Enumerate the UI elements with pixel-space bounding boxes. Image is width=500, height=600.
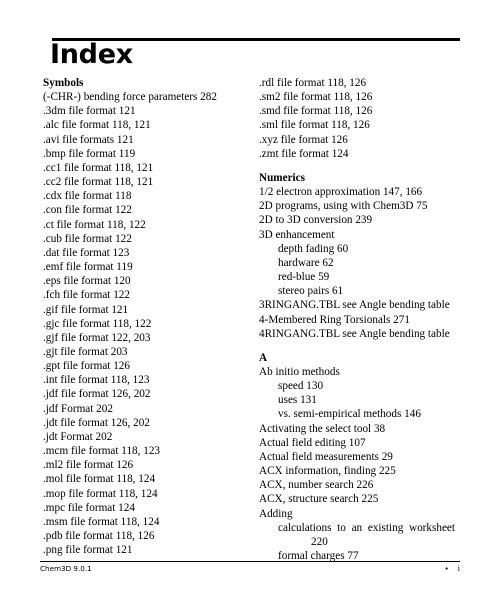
- index-entry: .avi file formats 121: [43, 133, 134, 146]
- index-entry: .jdt file format 126, 202: [43, 416, 150, 429]
- index-subentry: uses 131: [278, 394, 317, 407]
- index-entry: Ab initio methods: [259, 365, 340, 378]
- index-entry: 1/2 electron approximation 147, 166: [259, 186, 423, 199]
- index-entry: .gif file format 121: [43, 303, 129, 316]
- index-entry: 4RINGANG.TBL see Angle bending table: [259, 327, 450, 340]
- index-subentry: vs. semi-empirical methods 146: [278, 408, 421, 421]
- index-entry: .dat file format 123: [43, 246, 130, 259]
- index-entry: .gjf file format 122, 203: [43, 331, 151, 344]
- index-entry: .cc2 file format 118, 121: [43, 176, 154, 189]
- index-entry: .xyz file format 126: [259, 133, 348, 146]
- index-entry: .mcm file format 118, 123: [43, 445, 161, 458]
- index-entry: .ct file format 118, 122: [43, 218, 146, 231]
- index-entry: Actual field editing 107: [259, 436, 366, 449]
- index-entry: .eps file format 120: [43, 275, 131, 288]
- index-entry: 4-Membered Ring Torsionals 271: [259, 313, 410, 326]
- index-entry: .pdb file format 118, 126: [43, 530, 155, 542]
- index-entry: .gjt file format 203: [43, 345, 128, 358]
- index-entry: ACX information, finding 225: [259, 465, 396, 478]
- index-entry: .int file format 118, 123: [43, 374, 150, 387]
- index-columns: Symbols (-CHR-) bending force parameters …: [0, 76, 500, 562]
- index-subentry: stereo pairs 61: [278, 285, 344, 298]
- index-entry: Actual field measurements 29: [259, 450, 393, 463]
- page-title: Index: [50, 39, 133, 70]
- index-subentry: hardware 62: [278, 256, 334, 269]
- index-entry: .alc file format 118, 121: [43, 119, 151, 132]
- index-entry: .gjc file format 118, 122: [43, 317, 152, 330]
- index-entry: Adding: [259, 507, 293, 520]
- index-section-heading: A: [259, 351, 268, 364]
- bullet-icon: •: [444, 564, 449, 573]
- footer-product-version: Chem3D 9.0.1: [40, 564, 92, 573]
- index-entry: .rdl file format 118, 126: [259, 77, 367, 89]
- index-entry: .sm2 file format 118, 126: [259, 91, 373, 104]
- index-entry: 3D enhancement: [259, 228, 335, 241]
- index-entry: .con file format 122: [43, 204, 132, 217]
- index-entry: .3dm file format 121: [43, 105, 136, 118]
- index-page: Index Symbols (-CHR-) bending force param…: [0, 0, 500, 600]
- index-subentry-continuation: 220: [311, 535, 328, 548]
- index-entry: .jdf Format 202: [43, 402, 113, 415]
- index-entry: .cub file format 122: [43, 232, 132, 245]
- index-entry: (-CHR-) bending force parameters 282: [43, 91, 217, 104]
- index-entry: ACX, structure search 225: [259, 493, 379, 506]
- index-column-left: Symbols (-CHR-) bending force parameters …: [43, 76, 239, 557]
- index-entry: .jdt Format 202: [43, 430, 113, 443]
- index-entry: .cc1 file format 118, 121: [43, 161, 154, 174]
- footer-page-number: i: [457, 564, 460, 573]
- index-entry: .emf file format 119: [43, 261, 133, 274]
- index-entry: .sml file format 118, 126: [259, 119, 370, 132]
- index-entry: 3RINGANG.TBL see Angle bending table: [259, 299, 450, 312]
- index-column-right: .rdl file format 118, 126 .sm2 file forma…: [259, 76, 455, 563]
- index-entry: Activating the select tool 38: [259, 422, 386, 435]
- index-entry: .mop file format 118, 124: [43, 487, 158, 500]
- index-entry: 2D to 3D conversion 239: [259, 214, 373, 227]
- footer-page-marker: • i: [445, 564, 460, 573]
- index-section-heading: Numerics: [259, 171, 305, 184]
- index-entry: .smd file format 118, 126: [259, 105, 373, 118]
- index-subentry: speed 130: [278, 380, 324, 393]
- page-footer: Chem3D 9.0.1 • i: [40, 564, 460, 578]
- index-entry: .cdx file format 118: [43, 190, 132, 203]
- index-entry: .mol file format 118, 124: [43, 473, 156, 486]
- index-subentry: depth fading 60: [278, 242, 349, 255]
- index-entry: .png file format 121: [43, 544, 133, 557]
- index-entry: .fch file format 122: [43, 289, 130, 302]
- footer-rule: [40, 561, 460, 562]
- index-entry: 2D programs, using with Chem3D 75: [259, 200, 428, 213]
- index-entry: .bmp file format 119: [43, 147, 136, 160]
- index-section-heading: Symbols: [43, 77, 84, 89]
- index-entry: .ml2 file format 126: [43, 459, 134, 472]
- index-entry: .mpc file format 124: [43, 501, 135, 514]
- index-subentry: calculations to an existing worksheet: [278, 521, 455, 534]
- index-entry: .gpt file format 126: [43, 360, 130, 373]
- index-entry: .jdf file format 126, 202: [43, 388, 151, 401]
- index-entry: ACX, number search 226: [259, 479, 374, 492]
- index-subentry: red-blue 59: [278, 271, 330, 284]
- index-entry: .msm file format 118, 124: [43, 515, 160, 528]
- index-entry: .zmt file format 124: [259, 147, 349, 160]
